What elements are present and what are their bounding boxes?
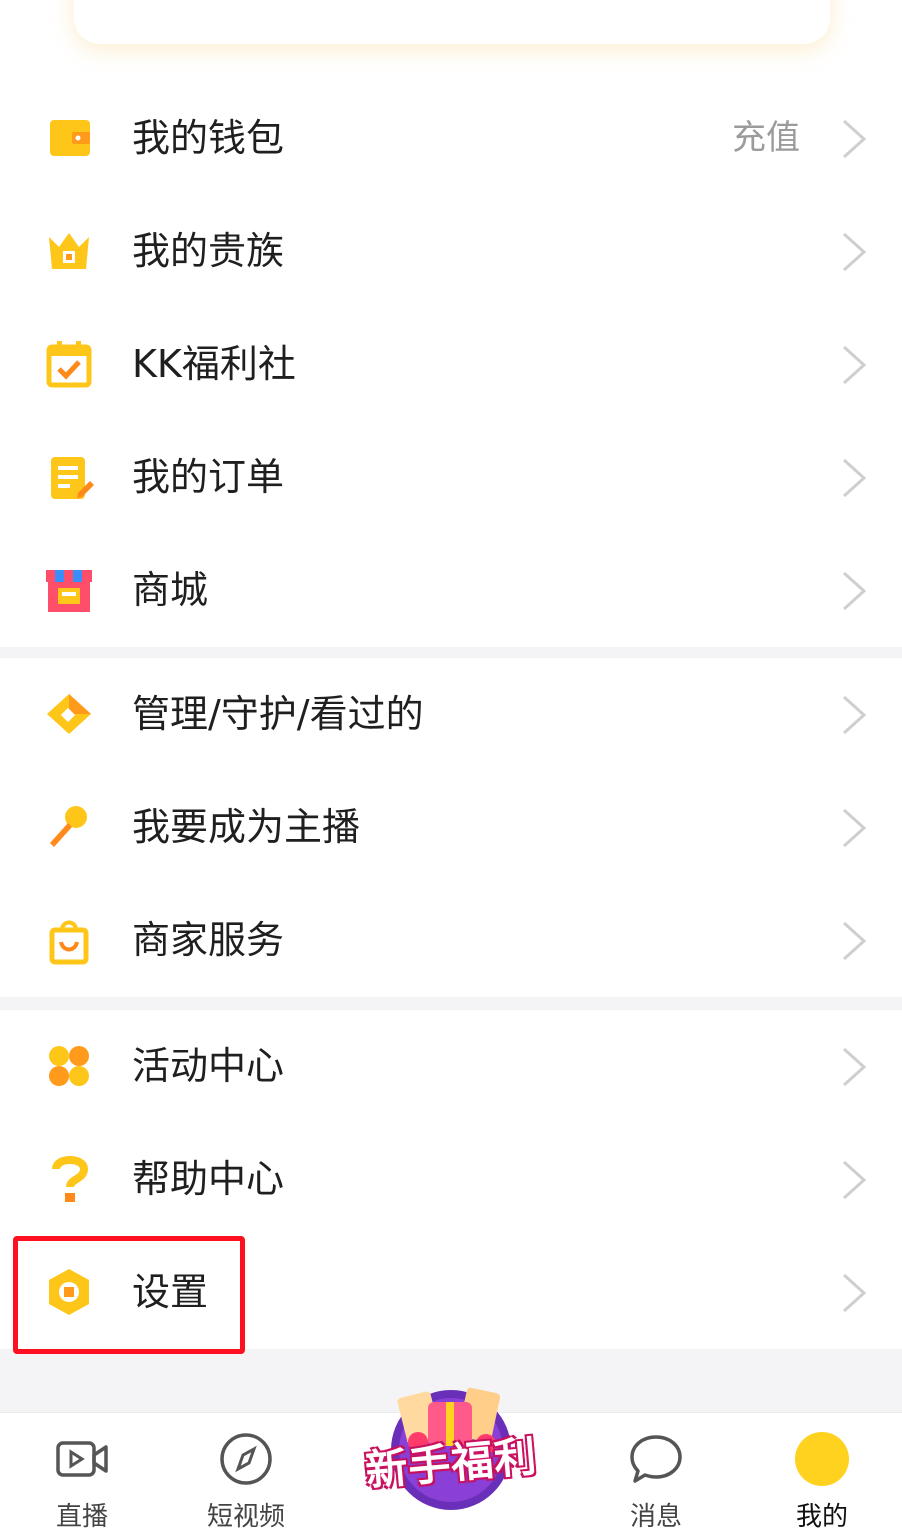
diamond-icon [40, 688, 98, 742]
menu-item-wallet[interactable]: 我的钱包 充值 [0, 82, 902, 195]
store-icon [40, 564, 98, 618]
chevron-right-icon [836, 1156, 870, 1204]
menu-item-label: 我的钱包 [132, 116, 285, 160]
tab-label: 直播 [55, 1502, 108, 1532]
menu-item-merchant-services[interactable]: 商家服务 [0, 884, 902, 997]
menu-item-activity-center[interactable]: 活动中心 [0, 1010, 902, 1123]
tab-label: 消息 [629, 1502, 682, 1532]
menu-item-help-center[interactable]: 帮助中心 [0, 1123, 902, 1236]
crown-icon [40, 225, 98, 279]
profile-card-area [0, 0, 902, 82]
recharge-link[interactable]: 充值 [732, 116, 800, 160]
menu-item-mall[interactable]: 商城 [0, 534, 902, 647]
menu-item-kk-welfare[interactable]: KK福利社 [0, 308, 902, 421]
tab-messages[interactable]: 消息 [596, 1413, 716, 1537]
microphone-icon [40, 801, 98, 855]
question-icon [40, 1153, 98, 1207]
menu-item-label: 我要成为主播 [132, 805, 361, 849]
menu-group-services: 管理/守护/看过的 我要成为主播 商家服务 [0, 658, 902, 997]
calendar-check-icon [40, 338, 98, 392]
newbie-welfare-promo[interactable]: 新手福利 [344, 1372, 558, 1522]
order-note-icon [40, 451, 98, 505]
settings-highlight-box [13, 1236, 245, 1354]
menu-item-label: 我的贵族 [132, 229, 285, 273]
tab-live[interactable]: 直播 [22, 1413, 142, 1537]
chevron-right-icon [836, 115, 870, 163]
menu-item-orders[interactable]: 我的订单 [0, 421, 902, 534]
menu-item-label: 活动中心 [132, 1044, 285, 1088]
chevron-right-icon [836, 804, 870, 852]
avatar-icon [792, 1429, 852, 1489]
menu-item-label: 我的订单 [132, 455, 285, 499]
chevron-right-icon [836, 228, 870, 276]
profile-card[interactable] [74, 0, 830, 44]
menu-item-nobility[interactable]: 我的贵族 [0, 195, 902, 308]
chevron-right-icon [836, 691, 870, 739]
menu-item-label: KK福利社 [132, 342, 296, 386]
clover-icon [40, 1040, 98, 1094]
tab-short-video[interactable]: 短视频 [186, 1413, 306, 1537]
menu-item-label: 管理/守护/看过的 [132, 692, 424, 736]
menu-item-label: 帮助中心 [132, 1157, 285, 1201]
chat-bubble-icon [626, 1429, 686, 1489]
menu-item-become-streamer[interactable]: 我要成为主播 [0, 771, 902, 884]
video-camera-icon [52, 1429, 112, 1489]
menu-item-label: 商家服务 [132, 918, 285, 962]
chevron-right-icon [836, 917, 870, 965]
chevron-right-icon [836, 454, 870, 502]
tab-label: 短视频 [206, 1502, 285, 1532]
tab-mine[interactable]: 我的 [762, 1413, 882, 1537]
menu-item-manage-guard-viewed[interactable]: 管理/守护/看过的 [0, 658, 902, 771]
shopping-bag-icon [40, 914, 98, 968]
menu-item-label: 商城 [132, 568, 209, 612]
menu-group-account: 我的钱包 充值 我的贵族 KK福利社 我的订单 商城 [0, 82, 902, 647]
compass-icon [216, 1429, 276, 1489]
chevron-right-icon [836, 341, 870, 389]
chevron-right-icon [836, 1043, 870, 1091]
chevron-right-icon [836, 567, 870, 615]
chevron-right-icon [836, 1269, 870, 1317]
wallet-icon [40, 112, 98, 166]
tab-label: 我的 [795, 1502, 848, 1532]
